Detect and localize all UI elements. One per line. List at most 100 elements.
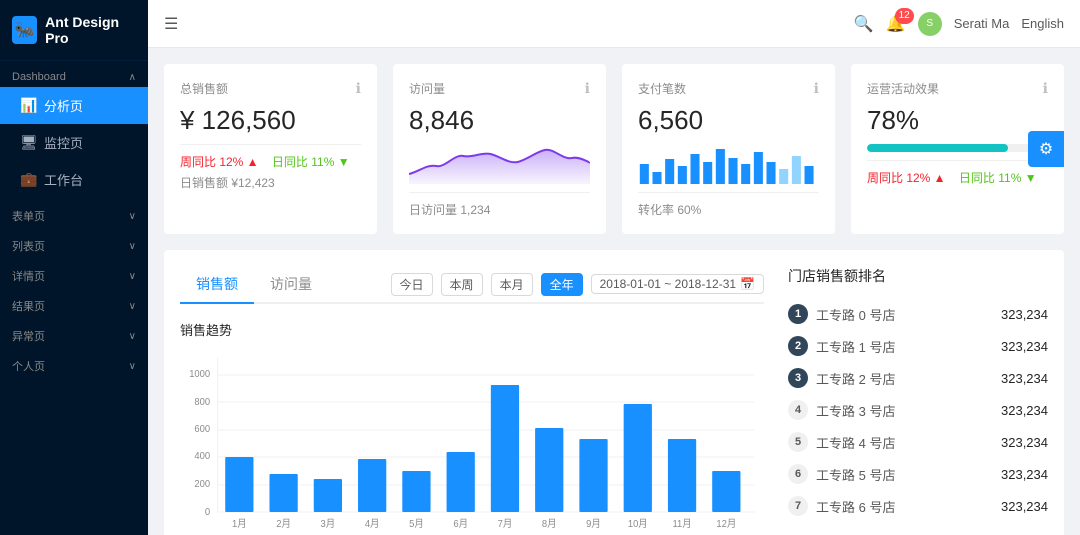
ranking-item-2: 2 工专路 1 号店 323,234 bbox=[788, 330, 1048, 362]
weekly-trend-sales: 周同比 12% ▲ bbox=[180, 153, 259, 170]
forms-label: 表单页 bbox=[12, 208, 45, 224]
info-icon-visits[interactable]: ℹ bbox=[585, 80, 590, 97]
chevron-down-icon4: ∨ bbox=[129, 301, 136, 312]
main-chart-section: 销售额 访问量 今日 本周 本月 全年 2018-01-01 ~ 2018-12… bbox=[164, 250, 1064, 535]
language-button[interactable]: English bbox=[1021, 16, 1064, 31]
sidebar-group-detail[interactable]: 详情页 ∨ bbox=[0, 258, 148, 288]
ranking-item-1: 1 工专路 0 号店 323,234 bbox=[788, 298, 1048, 330]
date-range-picker[interactable]: 2018-01-01 ~ 2018-12-31 📅 bbox=[591, 274, 764, 294]
stat-title-visits: 访问量 ℹ bbox=[409, 80, 590, 97]
rank-value: 323,234 bbox=[1001, 339, 1048, 354]
sidebar-group-forms[interactable]: 表单页 ∨ bbox=[0, 198, 148, 228]
search-icon[interactable]: 🔍 bbox=[854, 14, 874, 34]
chevron-down-icon5: ∨ bbox=[129, 331, 136, 342]
ranking-panel: 门店销售额排名 1 工专路 0 号店 323,234 2 工专路 1 号店 32… bbox=[788, 266, 1048, 535]
visits-sparkline bbox=[409, 144, 590, 184]
rank-name: 工专路 5 号店 bbox=[816, 465, 1001, 484]
main-content: ☰ 🔍 🔔 12 S Serati Ma English 总销售额 ℹ ¥ 12… bbox=[148, 0, 1080, 535]
svg-text:400: 400 bbox=[194, 451, 210, 462]
tab-visits[interactable]: 访问量 bbox=[254, 266, 328, 304]
info-icon-sales[interactable]: ℹ bbox=[356, 80, 361, 97]
svg-text:2月: 2月 bbox=[276, 518, 291, 530]
stat-title-total-sales: 总销售额 ℹ bbox=[180, 80, 361, 97]
sidebar: 🐜 Ant Design Pro Dashboard ∧ 📊 分析页 🖥 监控页… bbox=[0, 0, 148, 535]
sales-bar-chart: 0 200 400 600 800 1000 bbox=[180, 347, 764, 535]
ranking-item-6: 6 工专路 5 号店 323,234 bbox=[788, 458, 1048, 490]
info-icon-payments[interactable]: ℹ bbox=[814, 80, 819, 97]
operations-progress-fill bbox=[867, 144, 1008, 152]
svg-text:600: 600 bbox=[194, 424, 210, 435]
rank-number: 6 bbox=[788, 464, 808, 484]
rank-number: 1 bbox=[788, 304, 808, 324]
stat-value-visits: 8,846 bbox=[409, 105, 590, 136]
logo: 🐜 Ant Design Pro bbox=[0, 0, 148, 61]
detail-label: 详情页 bbox=[12, 268, 45, 284]
menu-toggle-icon[interactable]: ☰ bbox=[164, 14, 178, 34]
rank-number: 5 bbox=[788, 432, 808, 452]
stat-footer-visits: 日访问量 1,234 bbox=[409, 192, 590, 218]
svg-text:10月: 10月 bbox=[628, 518, 648, 530]
calendar-icon: 📅 bbox=[740, 277, 755, 291]
chevron-down-icon2: ∨ bbox=[129, 241, 136, 252]
list-label: 列表页 bbox=[12, 238, 45, 254]
svg-text:1月: 1月 bbox=[232, 518, 247, 530]
sidebar-item-analytics[interactable]: 📊 分析页 bbox=[0, 87, 148, 124]
rank-number: 4 bbox=[788, 400, 808, 420]
sidebar-item-workspace[interactable]: 💼 工作台 bbox=[0, 161, 148, 198]
sidebar-group-list[interactable]: 列表页 ∨ bbox=[0, 228, 148, 258]
stat-footer-operations: 周同比 12% ▲ 日同比 11% ▼ bbox=[867, 160, 1048, 186]
svg-text:6月: 6月 bbox=[453, 518, 468, 530]
rank-value: 323,234 bbox=[1001, 435, 1048, 450]
rank-value: 323,234 bbox=[1001, 403, 1048, 418]
chart-filter: 今日 本周 本月 全年 2018-01-01 ~ 2018-12-31 📅 bbox=[391, 273, 764, 296]
error-label: 异常页 bbox=[12, 328, 45, 344]
info-icon-ops[interactable]: ℹ bbox=[1043, 80, 1048, 97]
rank-number: 7 bbox=[788, 496, 808, 516]
svg-text:3月: 3月 bbox=[321, 518, 336, 530]
notification-badge: 12 bbox=[895, 8, 914, 24]
tab-sales[interactable]: 销售额 bbox=[180, 266, 254, 304]
svg-text:800: 800 bbox=[194, 397, 210, 408]
stat-card-total-sales: 总销售额 ℹ ¥ 126,560 周同比 12% ▲ 日同比 11% ▼ 日销售… bbox=[164, 64, 377, 234]
chart-left: 销售额 访问量 今日 本周 本月 全年 2018-01-01 ~ 2018-12… bbox=[180, 266, 764, 535]
sidebar-group-profile[interactable]: 个人页 ∨ bbox=[0, 348, 148, 378]
rank-value: 323,234 bbox=[1001, 467, 1048, 482]
rank-name: 工专路 0 号店 bbox=[816, 305, 1001, 324]
rank-name: 工专路 3 号店 bbox=[816, 401, 1001, 420]
filter-year[interactable]: 全年 bbox=[541, 273, 583, 296]
rank-name: 工专路 1 号店 bbox=[816, 337, 1001, 356]
avatar: S bbox=[918, 12, 942, 36]
rank-value: 323,234 bbox=[1001, 307, 1048, 322]
chart-title: 销售趋势 bbox=[180, 320, 764, 339]
stat-value-operations: 78% bbox=[867, 105, 1048, 136]
header: ☰ 🔍 🔔 12 S Serati Ma English bbox=[148, 0, 1080, 48]
filter-today[interactable]: 今日 bbox=[391, 273, 433, 296]
stat-value-payments: 6,560 bbox=[638, 105, 819, 136]
logo-icon: 🐜 bbox=[12, 16, 37, 44]
logo-text: Ant Design Pro bbox=[45, 14, 136, 46]
filter-week[interactable]: 本周 bbox=[441, 273, 483, 296]
daily-trend-sales: 日同比 11% ▼ bbox=[272, 153, 350, 170]
sidebar-item-monitor[interactable]: 🖥 监控页 bbox=[0, 124, 148, 161]
ranking-title: 门店销售额排名 bbox=[788, 266, 1048, 286]
notification-bell[interactable]: 🔔 12 bbox=[886, 14, 906, 34]
svg-text:12月: 12月 bbox=[716, 518, 736, 530]
stat-card-payments: 支付笔数 ℹ 6,560 bbox=[622, 64, 835, 234]
chevron-down-icon: ∨ bbox=[129, 211, 136, 222]
rank-name: 工专路 4 号店 bbox=[816, 433, 1001, 452]
ranking-item-3: 3 工专路 2 号店 323,234 bbox=[788, 362, 1048, 394]
svg-text:9月: 9月 bbox=[586, 518, 601, 530]
sidebar-group-dashboard[interactable]: Dashboard ∧ bbox=[0, 61, 148, 87]
user-name[interactable]: Serati Ma bbox=[954, 16, 1010, 31]
filter-month[interactable]: 本月 bbox=[491, 273, 533, 296]
sidebar-group-result[interactable]: 结果页 ∨ bbox=[0, 288, 148, 318]
settings-button[interactable]: ⚙ bbox=[1028, 131, 1064, 167]
workspace-label: 工作台 bbox=[44, 170, 83, 189]
payments-barchart bbox=[638, 144, 819, 184]
sidebar-group-error[interactable]: 异常页 ∨ bbox=[0, 318, 148, 348]
stat-value-total-sales: ¥ 126,560 bbox=[180, 105, 361, 136]
page-content: 总销售额 ℹ ¥ 126,560 周同比 12% ▲ 日同比 11% ▼ 日销售… bbox=[148, 48, 1080, 535]
sidebar-menu: Dashboard ∧ 📊 分析页 🖥 监控页 💼 工作台 表单页 ∨ 列表页 … bbox=[0, 61, 148, 535]
monitor-icon: 🖥 bbox=[20, 134, 36, 151]
ranking-item-7: 7 工专路 6 号店 323,234 bbox=[788, 490, 1048, 522]
